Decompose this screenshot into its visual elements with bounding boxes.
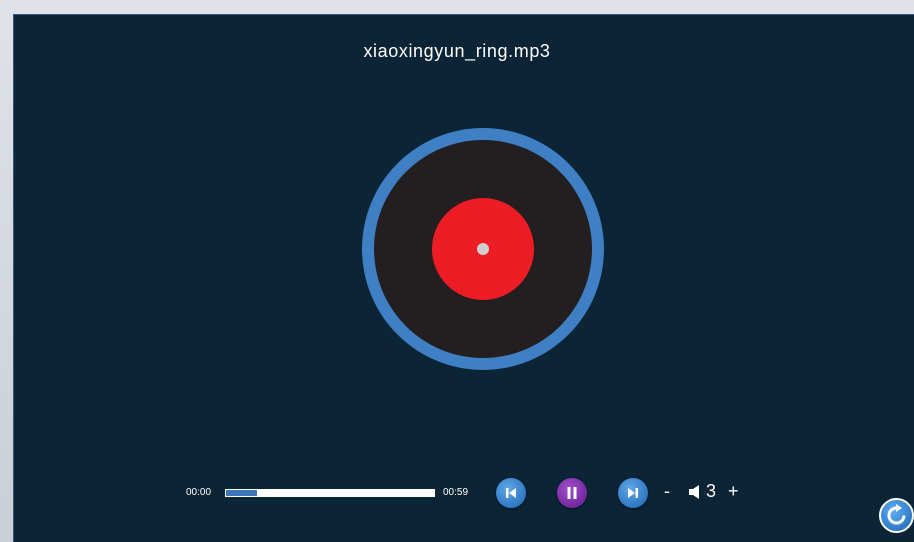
speaker-icon xyxy=(689,485,699,499)
next-track-button[interactable] xyxy=(618,478,648,508)
refresh-icon xyxy=(887,504,906,525)
current-time: 00:00 xyxy=(186,487,212,498)
volume-up-button[interactable]: + xyxy=(728,480,739,502)
progress-bar[interactable] xyxy=(225,489,435,497)
progress-fill xyxy=(226,490,257,496)
skip-previous-icon xyxy=(506,488,516,498)
refresh-button[interactable] xyxy=(879,498,914,533)
total-time: 00:59 xyxy=(443,487,469,498)
window-backdrop: xiaoxingyun_ring.mp3 00:00 00:59 - 3 + xyxy=(0,0,914,542)
pause-icon xyxy=(567,487,577,499)
volume-level: 3 xyxy=(706,481,717,501)
vinyl-spindle xyxy=(477,243,489,255)
track-title: xiaoxingyun_ring.mp3 xyxy=(363,41,551,61)
previous-track-button[interactable] xyxy=(496,478,526,508)
volume-down-button[interactable]: - xyxy=(664,480,670,502)
skip-next-icon xyxy=(628,488,638,498)
pause-button[interactable] xyxy=(557,478,587,508)
